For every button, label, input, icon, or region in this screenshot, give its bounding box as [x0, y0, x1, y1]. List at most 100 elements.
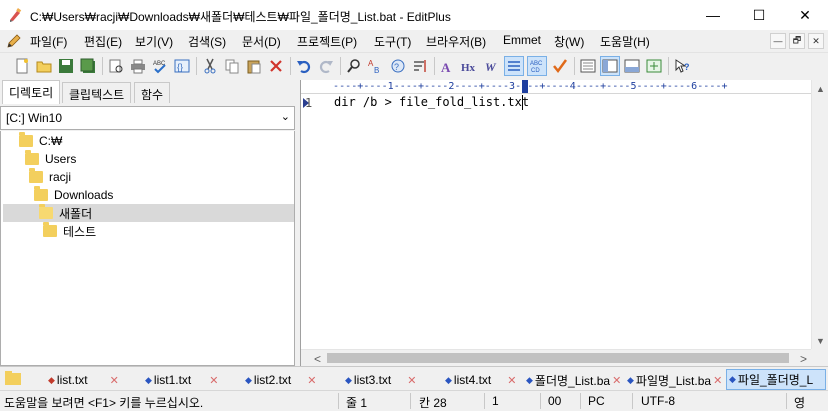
mdi-restore-button[interactable]: 🗗 [789, 33, 805, 49]
tab-cliptext[interactable]: 클립텍스트 [62, 82, 132, 103]
menu-edit[interactable]: 편집(E) [84, 33, 122, 50]
doc-tab[interactable]: ◆ list4.txt ✕ [445, 370, 516, 390]
doc-tab[interactable]: ◆ list.txt ✕ [48, 370, 119, 390]
paste-icon[interactable] [244, 56, 264, 76]
spell-check-icon[interactable]: ABC [150, 56, 170, 76]
delete-icon[interactable] [266, 56, 286, 76]
menu-browser[interactable]: 브라우저(B) [426, 33, 486, 50]
cut-icon[interactable] [200, 56, 220, 76]
window-title: C:₩Users₩racji₩Downloads₩새폴더₩테스트₩파일_폴더명_… [30, 10, 451, 24]
menu-window[interactable]: 창(W) [554, 33, 584, 50]
editor-pane[interactable]: ----+----1----+----2----+----3----+----4… [300, 80, 828, 366]
status-separator [540, 393, 541, 409]
copy-icon[interactable] [222, 56, 242, 76]
close-icon[interactable]: ✕ [407, 374, 416, 387]
replace-icon[interactable]: AB [366, 56, 386, 76]
menu-project[interactable]: 프로젝트(P) [297, 33, 357, 50]
menu-document[interactable]: 문서(D) [242, 33, 281, 50]
close-button[interactable]: ✕ [782, 0, 828, 30]
word-wrap-icon[interactable] [410, 56, 430, 76]
print-preview-icon[interactable] [106, 56, 126, 76]
tree-item-downloads[interactable]: Downloads [34, 186, 113, 204]
tree-item-racji[interactable]: racji [29, 168, 71, 186]
menu-help[interactable]: 도움말(H) [600, 33, 650, 50]
menu-emmet[interactable]: Emmet [503, 33, 541, 47]
status-encoding[interactable]: UTF-8 [641, 394, 675, 408]
status-help-text: 도움말을 보려면 <F1> 키를 누르십시오. [4, 396, 204, 410]
scroll-down-icon[interactable]: ▼ [812, 332, 828, 349]
maximize-button[interactable]: ☐ [736, 0, 782, 30]
doc-tab[interactable]: ◆ list3.txt ✕ [345, 370, 416, 390]
menu-tools[interactable]: 도구(T) [374, 33, 411, 50]
print-icon[interactable] [128, 56, 148, 76]
close-icon[interactable]: ✕ [307, 374, 316, 387]
new-file-icon[interactable] [12, 56, 32, 76]
horizontal-scroll-thumb[interactable] [327, 353, 789, 363]
menu-view[interactable]: 보기(V) [135, 33, 173, 50]
minimize-button[interactable]: — [690, 0, 736, 30]
mdi-close-button[interactable]: ✕ [808, 33, 824, 49]
doc-tab[interactable]: ◆ list1.txt ✕ [145, 370, 218, 390]
status-overwrite: 00 [548, 394, 562, 408]
line-number: 1 [305, 96, 313, 110]
doc-tab-active[interactable]: ◆ 파일_폴더명_L [726, 369, 826, 390]
tree-item-new-folder[interactable]: 새폴더 [3, 204, 294, 222]
view-sidebar-icon[interactable] [600, 56, 620, 76]
menu-search[interactable]: 검색(S) [188, 33, 226, 50]
scrollbar-corner [811, 349, 828, 366]
scroll-right-icon[interactable]: > [795, 350, 812, 367]
tree-item-test[interactable]: 테스트 [43, 222, 96, 240]
view-full-icon[interactable] [578, 56, 598, 76]
tree-item-users[interactable]: Users [25, 150, 76, 168]
drive-select[interactable]: [C:] Win10 ⌄ [0, 106, 295, 130]
redo-icon[interactable] [316, 56, 336, 76]
tab-functions[interactable]: 함수 [134, 82, 171, 103]
file-icon: ◆ [627, 374, 634, 385]
doc-tab[interactable]: ◆ list2.txt ✕ [245, 370, 316, 390]
folder-icon [5, 371, 21, 385]
ruler-icon[interactable]: ABC CD [527, 56, 547, 76]
view-browser-icon[interactable] [644, 56, 664, 76]
line-number-icon[interactable] [504, 56, 524, 76]
scroll-up-icon[interactable]: ▲ [812, 80, 828, 97]
heading-icon[interactable]: Hx [460, 56, 480, 76]
tab-directory[interactable]: 디렉토리 [2, 80, 61, 104]
code-line[interactable]: dir /b > file_fold_list.txt [334, 95, 529, 109]
bold-italic-icon[interactable]: W [482, 56, 502, 76]
tree-item-c-drive[interactable]: C:₩ [19, 132, 62, 150]
close-icon[interactable]: ✕ [209, 374, 218, 387]
find-icon[interactable] [344, 56, 364, 76]
close-icon[interactable]: ✕ [612, 374, 621, 387]
scroll-left-icon[interactable]: < [309, 350, 326, 367]
view-output-icon[interactable] [622, 56, 642, 76]
folder-icon [19, 132, 33, 147]
toolbar-separator [290, 57, 291, 75]
menu-file[interactable]: 파일(F) [30, 33, 67, 50]
ruler: ----+----1----+----2----+----3----+----4… [301, 80, 812, 94]
status-eol[interactable]: PC [588, 394, 605, 408]
undo-icon[interactable] [294, 56, 314, 76]
browser-preview-icon[interactable]: {} [172, 56, 192, 76]
help-icon[interactable]: ? [672, 56, 692, 76]
close-icon[interactable]: ✕ [110, 374, 119, 387]
tree-item-label: 테스트 [63, 224, 97, 239]
doc-tab[interactable]: ◆ 파일명_List.ba ✕ [627, 370, 722, 390]
mdi-minimize-button[interactable]: — [770, 33, 786, 49]
save-icon[interactable] [56, 56, 76, 76]
svg-text:W: W [485, 60, 497, 74]
close-icon[interactable]: ✕ [713, 374, 722, 387]
save-all-icon[interactable] [78, 56, 98, 76]
vertical-scrollbar[interactable]: ▲ ▼ [811, 80, 828, 349]
menu-bar: 파일(F) 편집(E) 보기(V) 검색(S) 문서(D) 프로젝트(P) 도구… [0, 30, 828, 52]
goto-icon[interactable]: ? [388, 56, 408, 76]
document-tabs: ◆ list.txt ✕ ◆ list1.txt ✕ ◆ list2.txt ✕ ◆ list… [0, 366, 828, 390]
spell-icon[interactable] [550, 56, 570, 76]
font-size-icon[interactable]: A [438, 56, 458, 76]
tree-item-label: Downloads [54, 188, 114, 202]
status-separator [580, 393, 581, 409]
doc-tab[interactable]: ◆ 폴더명_List.ba ✕ [526, 370, 621, 390]
horizontal-scrollbar[interactable]: < > [301, 349, 812, 366]
open-file-icon[interactable] [34, 56, 54, 76]
svg-text:ABC: ABC [530, 61, 543, 67]
close-icon[interactable]: ✕ [507, 374, 516, 387]
